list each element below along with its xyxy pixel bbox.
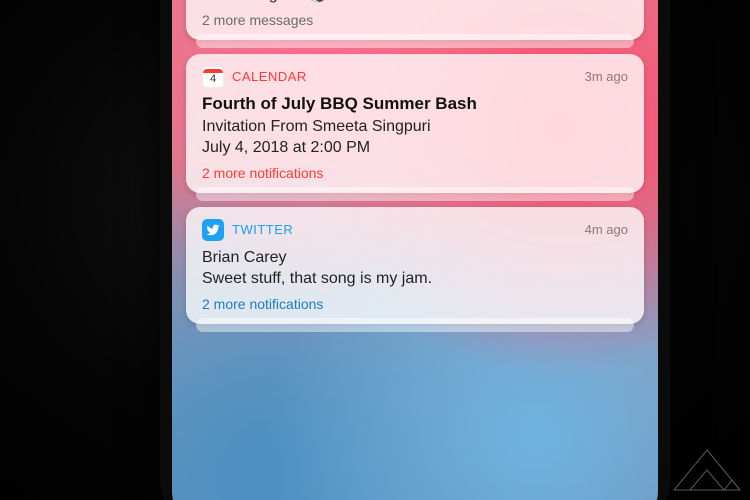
notification-sender: Brian Carey xyxy=(202,247,628,269)
notification-title: Fourth of July BBQ Summer Bash xyxy=(202,94,628,114)
notification-line-1: Invitation From Smeeta Singpuri xyxy=(202,116,628,138)
app-info: 4 CALENDAR xyxy=(202,66,307,88)
notification-stack: John Bishop Beautiful goal! ⚽ 2 more mes… xyxy=(186,0,644,324)
notification-card-messages[interactable]: John Bishop Beautiful goal! ⚽ 2 more mes… xyxy=(186,0,644,40)
notification-card-calendar[interactable]: 4 CALENDAR 3m ago Fourth of July BBQ Sum… xyxy=(186,54,644,193)
notification-card-twitter[interactable]: TWITTER 4m ago Brian Carey Sweet stuff, … xyxy=(186,207,644,324)
notification-body: Beautiful goal! ⚽ xyxy=(202,0,628,6)
time-ago: 4m ago xyxy=(585,222,628,237)
notification-more[interactable]: 2 more notifications xyxy=(202,296,628,312)
phone-frame: John Bishop Beautiful goal! ⚽ 2 more mes… xyxy=(160,0,670,500)
calendar-icon: 4 xyxy=(202,66,224,88)
notification-line-2: July 4, 2018 at 2:00 PM xyxy=(202,137,628,159)
app-name: TWITTER xyxy=(232,222,293,237)
time-ago: 3m ago xyxy=(585,69,628,84)
app-info: TWITTER xyxy=(202,219,293,241)
notification-more[interactable]: 2 more messages xyxy=(202,12,628,28)
card-header: TWITTER 4m ago xyxy=(202,219,628,241)
stage: John Bishop Beautiful goal! ⚽ 2 more mes… xyxy=(0,0,750,500)
app-name: CALENDAR xyxy=(232,69,307,84)
verge-watermark-icon xyxy=(672,448,742,492)
lock-screen[interactable]: John Bishop Beautiful goal! ⚽ 2 more mes… xyxy=(172,0,658,500)
notification-body: Sweet stuff, that song is my jam. xyxy=(202,268,628,290)
card-header: 4 CALENDAR 3m ago xyxy=(202,66,628,88)
calendar-icon-day: 4 xyxy=(210,73,216,85)
notification-more[interactable]: 2 more notifications xyxy=(202,165,628,181)
twitter-icon xyxy=(202,219,224,241)
